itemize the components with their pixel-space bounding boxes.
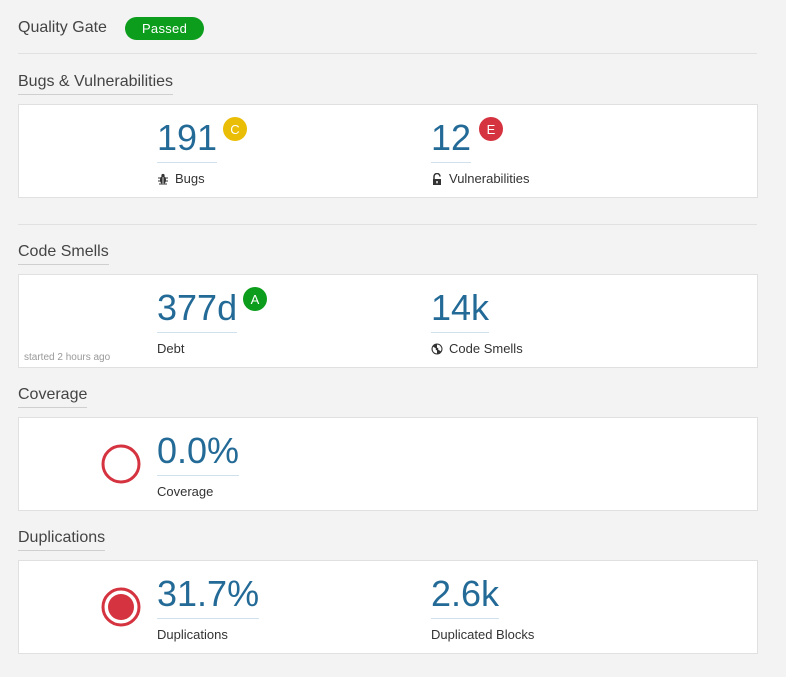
vulnerabilities-label-text: Vulnerabilities — [449, 171, 530, 186]
duplicated-blocks-label: Duplicated Blocks — [431, 627, 535, 642]
quality-gate-title: Quality Gate — [18, 19, 107, 36]
lock-icon — [433, 172, 441, 185]
duplications-label: Duplications — [157, 627, 228, 642]
code-smells-label-text: Code Smells — [449, 341, 523, 356]
analysis-started-note: started 2 hours ago — [24, 352, 111, 363]
coverage-value[interactable]: 0.0% — [157, 431, 240, 476]
bugs-vulnerabilities-card: 191 Bugs C 12 Vulnerabilities E — [18, 104, 758, 198]
code-smells-card: 377d Debt A 14k Code Smells started 2 ho… — [18, 274, 758, 368]
code-smells-label: Code Smells — [431, 341, 523, 356]
code-smells-title[interactable]: Code Smells — [18, 243, 109, 265]
duplicated-blocks-measure[interactable]: 2.6k Duplicated Blocks — [431, 574, 534, 642]
bugs-vulnerabilities-title[interactable]: Bugs & Vulnerabilities — [18, 73, 174, 95]
bugs-measure[interactable]: 191 Bugs — [157, 118, 218, 186]
duplications-card: 31.7% Duplications 2.6k Duplicated Block… — [18, 560, 758, 654]
coverage-donut-icon — [101, 444, 141, 484]
vulnerabilities-value[interactable]: 12 — [431, 118, 472, 163]
duplications-value[interactable]: 31.7% — [157, 574, 260, 619]
quality-gate-row: Quality Gate Passed — [18, 14, 205, 42]
bug-icon — [158, 173, 168, 184]
duplications-measure[interactable]: 31.7% Duplications — [157, 574, 260, 642]
debt-measure[interactable]: 377d Debt — [157, 288, 238, 356]
bugs-rating-badge[interactable]: C — [223, 117, 247, 141]
coverage-measure[interactable]: 0.0% Coverage — [157, 431, 240, 499]
duplications-donut-icon — [101, 587, 141, 627]
bugs-value[interactable]: 191 — [157, 118, 218, 163]
coverage-label: Coverage — [157, 484, 214, 499]
bugs-label: Bugs — [157, 171, 217, 186]
debt-value[interactable]: 377d — [157, 288, 238, 333]
debt-rating-badge[interactable]: A — [243, 287, 267, 311]
divider — [18, 53, 757, 54]
code-smells-value[interactable]: 14k — [431, 288, 490, 333]
vulnerabilities-rating-badge[interactable]: E — [479, 117, 503, 141]
code-smell-icon — [431, 343, 443, 354]
divider — [18, 224, 757, 225]
coverage-card: 0.0% Coverage — [18, 417, 758, 511]
vulnerabilities-label: Vulnerabilities — [431, 171, 529, 186]
quality-gate-status-badge: Passed — [124, 16, 205, 40]
bugs-label-text: Bugs — [175, 171, 205, 186]
debt-label: Debt — [157, 341, 185, 356]
duplications-title[interactable]: Duplications — [18, 529, 106, 551]
project-overview: Quality Gate Passed Bugs & Vulnerabiliti… — [0, 0, 786, 677]
code-smells-measure[interactable]: 14k Code Smells — [431, 288, 523, 356]
duplicated-blocks-value[interactable]: 2.6k — [431, 574, 500, 619]
coverage-title[interactable]: Coverage — [18, 386, 88, 408]
